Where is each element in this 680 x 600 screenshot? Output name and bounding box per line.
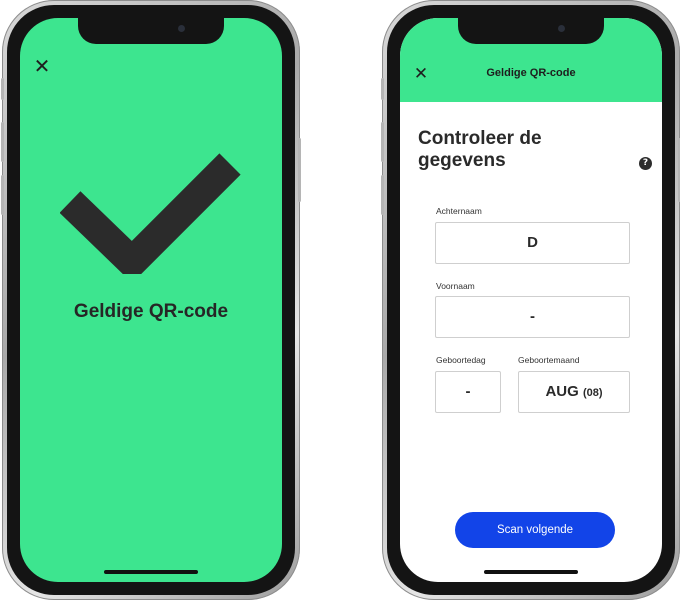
phone-notch bbox=[458, 18, 604, 44]
valid-qr-title: Geldige QR-code bbox=[73, 301, 229, 322]
geboortemaand-code: (08) bbox=[582, 387, 603, 399]
scan-next-button[interactable]: Scan volgende bbox=[455, 512, 615, 548]
phone-left: ✕ Geldige QR-code bbox=[1, 0, 301, 600]
voornaam-label: Voornaam bbox=[436, 281, 475, 291]
geboortemaand-label: Geboortemaand bbox=[518, 355, 580, 365]
camera-icon bbox=[558, 25, 565, 32]
phone-volume-up-button bbox=[1, 122, 4, 162]
geboortedag-label: Geboortedag bbox=[436, 355, 486, 365]
achternaam-field: D bbox=[435, 222, 630, 264]
phone-bezel: ✕ Geldige QR-code bbox=[7, 5, 295, 595]
phone-notch bbox=[78, 18, 224, 44]
phone-power-button bbox=[298, 138, 301, 202]
phone-volume-up-button bbox=[381, 122, 384, 162]
page-heading: Controleer de gegevens bbox=[418, 128, 542, 171]
checkmark-icon bbox=[60, 153, 241, 274]
phone-bezel: ✕ Geldige QR-code Controleer de gegevens… bbox=[387, 5, 675, 595]
phone-side-button bbox=[381, 78, 384, 100]
close-icon[interactable]: ✕ bbox=[31, 55, 53, 77]
geboortemaand-field: AUG (08) bbox=[518, 371, 630, 413]
geboortedag-field: - bbox=[435, 371, 501, 413]
camera-icon bbox=[178, 25, 185, 32]
geboortemaand-value: AUG bbox=[545, 383, 579, 400]
phone-side-button bbox=[1, 78, 4, 100]
phone-volume-down-button bbox=[381, 175, 384, 215]
achternaam-label: Achternaam bbox=[436, 206, 482, 216]
home-indicator[interactable] bbox=[484, 570, 578, 574]
phone-volume-down-button bbox=[1, 175, 4, 215]
screen-check-details: ✕ Geldige QR-code Controleer de gegevens… bbox=[400, 18, 662, 582]
phone-right: ✕ Geldige QR-code Controleer de gegevens… bbox=[381, 0, 680, 600]
screen-valid-qr: ✕ Geldige QR-code bbox=[20, 18, 282, 582]
help-icon[interactable]: ? bbox=[639, 157, 652, 170]
voornaam-field: - bbox=[435, 296, 630, 338]
header-title: Geldige QR-code bbox=[486, 67, 576, 79]
home-indicator[interactable] bbox=[104, 570, 198, 574]
